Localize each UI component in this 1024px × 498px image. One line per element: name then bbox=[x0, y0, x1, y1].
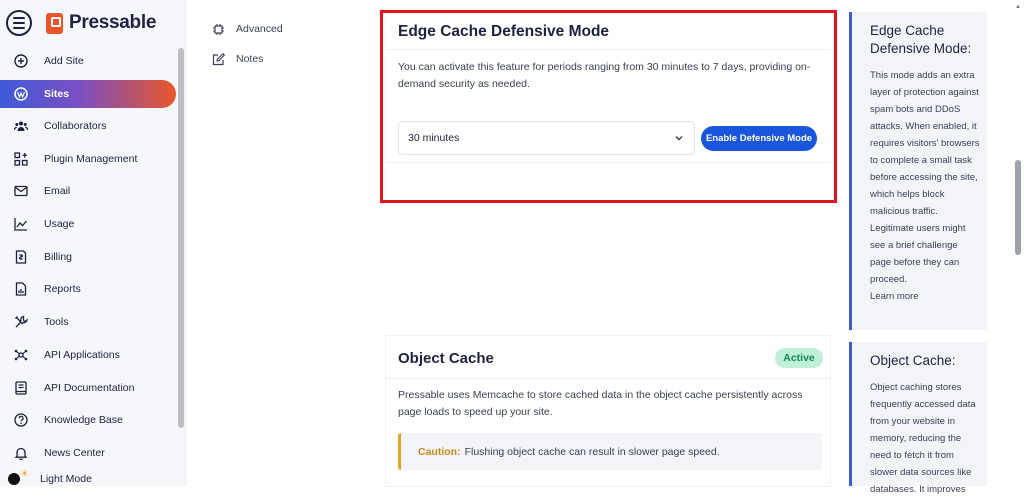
sidebar-item-label: Usage bbox=[44, 218, 75, 231]
subnav-item-notes[interactable]: Notes bbox=[212, 44, 283, 74]
sidebar: Pressable Add Site Sites Collaborators P… bbox=[0, 0, 186, 486]
sidebar-item-email[interactable]: Email bbox=[0, 175, 180, 208]
sidebar-item-add-site[interactable]: Add Site bbox=[0, 45, 180, 78]
sidebar-item-label: Email bbox=[44, 185, 71, 198]
sidebar-item-plugin-management[interactable]: Plugin Management bbox=[0, 142, 180, 175]
book-icon bbox=[14, 380, 28, 395]
light-mode-toggle[interactable]: Light Mode bbox=[0, 469, 180, 489]
sidebar-item-label: Reports bbox=[44, 283, 81, 296]
help-title: Object Cache: bbox=[870, 353, 956, 368]
help-body: Object caching stores frequently accesse… bbox=[870, 382, 976, 495]
brand-header: Pressable bbox=[6, 8, 156, 38]
sidebar-item-tools[interactable]: Tools bbox=[0, 306, 180, 339]
invoice-icon bbox=[14, 250, 28, 264]
sidebar-item-label: API Documentation bbox=[44, 381, 135, 394]
sidebar-item-usage[interactable]: Usage bbox=[0, 208, 180, 241]
red-highlight-box bbox=[380, 10, 837, 203]
sidebar-item-label: Add Site bbox=[44, 55, 84, 68]
nodes-icon bbox=[14, 348, 28, 362]
sidebar-scrollbar[interactable] bbox=[178, 48, 184, 428]
sidebar-item-label: Knowledge Base bbox=[44, 414, 123, 427]
sidebar-item-label: Sites bbox=[44, 87, 70, 100]
object-cache-help-panel: Object Cache: Object caching stores freq… bbox=[849, 342, 987, 495]
help-title: Edge Cache Defensive Mode: bbox=[870, 23, 972, 56]
sidebar-item-sites[interactable]: Sites bbox=[0, 79, 176, 108]
bell-icon bbox=[14, 446, 28, 460]
caution-notice: Caution: Flushing object cache can resul… bbox=[398, 433, 822, 470]
learn-more-link[interactable]: Learn more bbox=[870, 288, 981, 305]
chip-icon bbox=[212, 23, 226, 36]
object-cache-card: Object Cache Active Pressable uses Memca… bbox=[386, 336, 830, 486]
sidebar-nav: Add Site Sites Collaborators Plugin Mana… bbox=[0, 45, 180, 489]
sidebar-item-collaborators[interactable]: Collaborators bbox=[0, 110, 180, 143]
help-body: This mode adds an extra layer of protect… bbox=[870, 70, 980, 285]
sidebar-item-label: Tools bbox=[44, 316, 69, 329]
brand-name[interactable]: Pressable bbox=[69, 12, 156, 34]
people-icon bbox=[14, 119, 28, 133]
status-badge: Active bbox=[775, 348, 823, 368]
grid-plus-icon bbox=[14, 152, 28, 166]
sidebar-item-api-applications[interactable]: API Applications bbox=[0, 339, 180, 372]
divider bbox=[386, 378, 830, 379]
sidebar-item-news-center[interactable]: News Center bbox=[0, 437, 180, 470]
theme-toggle-icon bbox=[8, 469, 29, 486]
sidebar-item-label: News Center bbox=[44, 446, 105, 459]
edge-cache-help-panel: Edge Cache Defensive Mode: This mode add… bbox=[849, 12, 987, 330]
sidebar-item-knowledge-base[interactable]: Knowledge Base bbox=[0, 404, 180, 437]
sidebar-item-label: Plugin Management bbox=[44, 152, 138, 165]
site-subnav: Advanced Notes bbox=[212, 14, 283, 74]
light-mode-label: Light Mode bbox=[40, 473, 92, 486]
caution-text: Flushing object cache can result in slow… bbox=[464, 445, 720, 458]
subnav-item-advanced[interactable]: Advanced bbox=[212, 14, 283, 44]
chart-line-icon bbox=[14, 217, 28, 231]
sidebar-item-api-documentation[interactable]: API Documentation bbox=[0, 371, 180, 404]
menu-toggle-icon[interactable] bbox=[6, 10, 32, 36]
scroll-up-arrow-icon[interactable]: ▲ bbox=[1015, 4, 1021, 10]
sidebar-item-label: API Applications bbox=[44, 348, 120, 361]
sidebar-item-label: Billing bbox=[44, 250, 73, 263]
subnav-item-label: Notes bbox=[236, 53, 264, 65]
subnav-item-label: Advanced bbox=[236, 23, 283, 35]
envelope-icon bbox=[14, 184, 28, 198]
caution-label: Caution: bbox=[418, 445, 461, 458]
sidebar-item-billing[interactable]: Billing bbox=[0, 240, 180, 273]
report-icon bbox=[14, 282, 28, 297]
page-scrollbar[interactable] bbox=[1015, 160, 1021, 255]
wordpress-icon bbox=[14, 86, 28, 101]
edit-icon bbox=[212, 52, 226, 66]
wrench-icon bbox=[14, 315, 28, 329]
sidebar-item-label: Collaborators bbox=[44, 120, 107, 133]
question-icon bbox=[14, 413, 28, 427]
object-cache-description: Pressable uses Memcache to store cached … bbox=[398, 389, 803, 418]
object-cache-title: Object Cache bbox=[398, 350, 494, 367]
plus-circle-icon bbox=[14, 54, 28, 69]
sidebar-item-reports[interactable]: Reports bbox=[0, 273, 180, 306]
pressable-logo-icon bbox=[46, 12, 63, 34]
